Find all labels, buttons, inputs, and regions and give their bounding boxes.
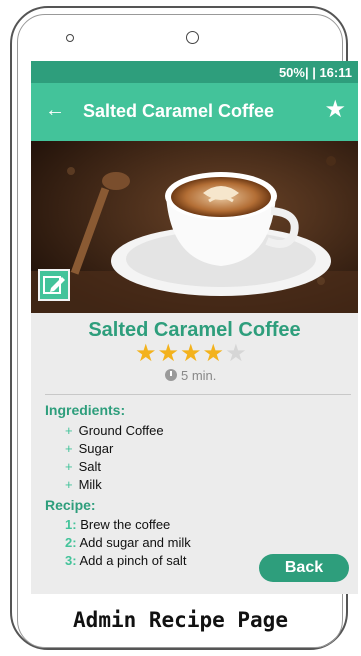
star-icon: ★ bbox=[202, 340, 226, 367]
status-text: 50%| | 16:11 bbox=[278, 65, 352, 80]
speaker-icon bbox=[66, 34, 74, 42]
star-icon: ★ bbox=[180, 340, 203, 367]
list-item: 1: Brew the coffee bbox=[65, 517, 171, 532]
list-item: + Ground Coffee bbox=[65, 423, 164, 438]
back-button[interactable]: Back bbox=[259, 554, 349, 582]
clock-icon bbox=[165, 369, 177, 381]
prep-time: 5 min. bbox=[165, 368, 216, 383]
star-rating: ★★★★★ bbox=[135, 341, 248, 367]
ingredients-heading: Ingredients: bbox=[45, 402, 126, 418]
list-item: 3: Add a pinch of salt bbox=[65, 553, 187, 568]
camera-icon bbox=[186, 31, 199, 44]
phone-screen: 50%| | 16:11 ← Salted Caramel Coffee ★ S… bbox=[31, 61, 358, 594]
coffee-image bbox=[31, 141, 358, 313]
list-item: 2: Add sugar and milk bbox=[65, 535, 191, 550]
app-bar: ← Salted Caramel Coffee ★ bbox=[31, 83, 358, 141]
star-icon: ★ bbox=[135, 340, 158, 367]
steps-list: 1: Brew the coffee 2: Add sugar and milk… bbox=[65, 516, 191, 570]
divider bbox=[45, 394, 351, 395]
back-arrow-icon[interactable]: ← bbox=[45, 100, 65, 120]
star-empty-icon: ★ bbox=[225, 340, 248, 367]
list-item: + Milk bbox=[65, 477, 102, 492]
list-item: + Sugar bbox=[65, 441, 114, 456]
recipe-title: Salted Caramel Coffee bbox=[88, 319, 301, 341]
list-item: + Salt bbox=[65, 459, 101, 474]
ingredients-list: + Ground Coffee + Sugar + Salt + Milk bbox=[65, 422, 164, 494]
star-icon: ★ bbox=[157, 340, 181, 367]
recipe-heading: Recipe: bbox=[45, 497, 96, 513]
favorite-star-icon[interactable]: ★ bbox=[324, 98, 346, 122]
page-caption: Admin Recipe Page bbox=[73, 608, 288, 632]
status-bar: 50%| | 16:11 bbox=[31, 61, 358, 83]
edit-icon[interactable] bbox=[38, 269, 70, 301]
prep-time-text: 5 min. bbox=[181, 368, 217, 383]
app-bar-title: Salted Caramel Coffee bbox=[83, 101, 275, 121]
